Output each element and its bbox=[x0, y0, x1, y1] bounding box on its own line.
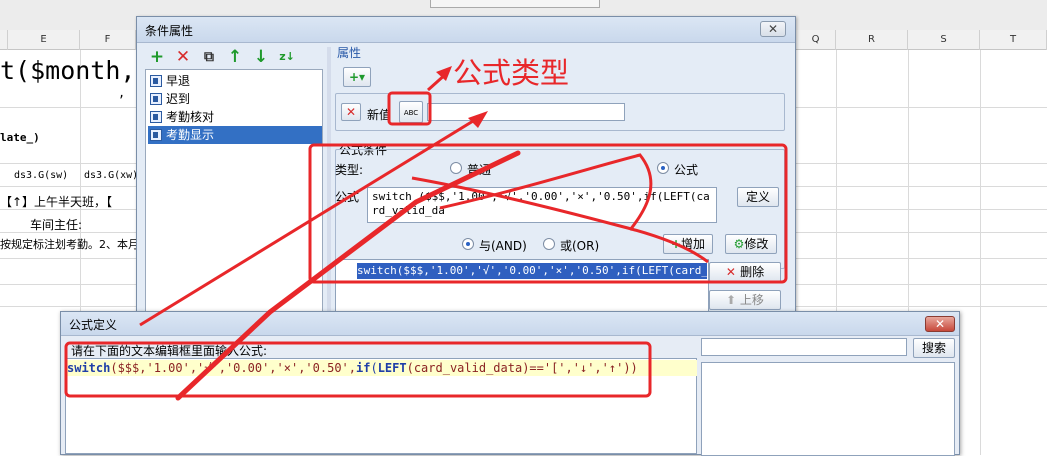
modify-condition-button[interactable]: ⚙修改 bbox=[725, 234, 777, 254]
tree-item-attendance-display[interactable]: 考勤显示 bbox=[148, 126, 322, 144]
delete-icon: ✕ bbox=[725, 265, 741, 279]
formula-instruction: 请在下面的文本编辑框里面输入公式: bbox=[71, 344, 268, 358]
close-button[interactable]: ✕ bbox=[760, 21, 786, 37]
column-header-t[interactable]: T bbox=[980, 30, 1047, 50]
tree-item-attendance-check[interactable]: 考勤核对 bbox=[148, 108, 214, 126]
column-header-partial[interactable] bbox=[0, 30, 8, 50]
node-icon bbox=[150, 129, 162, 141]
abc-type-icon[interactable]: ABC bbox=[399, 101, 423, 123]
grid-line bbox=[980, 50, 981, 455]
modify-condition-label: 修改 bbox=[744, 237, 769, 251]
node-icon bbox=[150, 75, 162, 87]
code-arguments: ($$$,'1.00','√','0.00','×','0.50', bbox=[110, 361, 356, 375]
gear-icon: ⚙ bbox=[733, 237, 745, 251]
panel-splitter[interactable] bbox=[327, 47, 331, 313]
search-input[interactable] bbox=[701, 338, 907, 356]
code-condition: (card_valid_data)=='[','↓','↑')) bbox=[406, 361, 638, 375]
type-formula-radio[interactable] bbox=[657, 162, 669, 174]
dialog-title: 公式定义 bbox=[69, 318, 118, 332]
cell-comma[interactable]: , bbox=[118, 86, 125, 100]
cell-ds-sw[interactable]: ds3.G(sw) bbox=[14, 170, 68, 181]
type-label: 类型: bbox=[335, 163, 364, 177]
properties-label: 属性 bbox=[337, 46, 362, 60]
node-icon bbox=[150, 93, 162, 105]
new-value-input[interactable] bbox=[427, 103, 625, 121]
add-condition-label: 增加 bbox=[681, 237, 706, 251]
cell-note[interactable]: 按规定标注划考勤。2、本月 bbox=[0, 236, 139, 252]
close-button[interactable]: ✕ bbox=[925, 316, 955, 332]
logic-or-radio[interactable] bbox=[543, 238, 555, 250]
dialog-title-bar[interactable]: 条件属性 ✕ bbox=[137, 17, 795, 43]
dialog-title: 条件属性 bbox=[145, 24, 194, 38]
move-up-button[interactable]: ⬆ 上移 bbox=[709, 290, 781, 310]
node-icon bbox=[150, 111, 162, 123]
column-header-q[interactable]: Q bbox=[796, 30, 836, 50]
add-dropdown-button[interactable]: +▾ bbox=[343, 67, 371, 87]
delete-icon[interactable]: ✕ bbox=[173, 47, 193, 67]
tree-item-label: 迟到 bbox=[166, 92, 191, 106]
move-up-icon[interactable]: ↑ bbox=[225, 47, 245, 67]
column-header-r[interactable]: R bbox=[836, 30, 908, 50]
cell-arrow-note[interactable]: 【↑】上午半天班，【 bbox=[0, 193, 112, 210]
type-normal-label: 普通 bbox=[467, 163, 492, 177]
define-button[interactable]: 定义 bbox=[737, 187, 779, 207]
move-down-icon[interactable]: ↓ bbox=[251, 47, 271, 67]
code-paren: ( bbox=[370, 361, 378, 375]
logic-and-radio[interactable] bbox=[462, 238, 474, 250]
type-formula-label: 公式 bbox=[674, 163, 699, 177]
search-button[interactable]: 搜索 bbox=[913, 338, 955, 358]
code-if-keyword: if bbox=[356, 361, 371, 375]
logic-or-label: 或(OR) bbox=[560, 239, 600, 253]
type-normal-radio[interactable] bbox=[450, 162, 462, 174]
code-left-function: LEFT bbox=[377, 361, 407, 375]
cell-ds-xw[interactable]: ds3.G(xw) bbox=[84, 170, 138, 181]
logic-and-label: 与(AND) bbox=[479, 239, 527, 253]
formula-display[interactable]: switch ($$$,'1.00','√','0.00','×','0.50'… bbox=[367, 187, 717, 223]
delete-condition-label: 删除 bbox=[740, 265, 765, 279]
add-condition-button[interactable]: +增加 bbox=[663, 234, 713, 254]
formula-definition-dialog: 公式定义 ✕ 请在下面的文本编辑框里面输入公式: switch($$$,'1.0… bbox=[60, 311, 960, 456]
code-function-name: switch bbox=[67, 361, 111, 375]
column-header-e[interactable]: E bbox=[8, 30, 80, 50]
formula-type-annotation: 公式类型 bbox=[453, 56, 570, 90]
tree-item-label: 考勤显示 bbox=[166, 128, 215, 142]
delete-condition-button[interactable]: ✕ 删除 bbox=[709, 262, 781, 282]
cell-date[interactable]: late_) bbox=[0, 131, 40, 144]
tree-item-label: 早退 bbox=[166, 74, 191, 88]
formula-code-line[interactable]: switch($$$,'1.00','√','0.00','×','0.50',… bbox=[67, 360, 697, 376]
column-header-f[interactable]: F bbox=[80, 30, 136, 50]
plus-icon: + bbox=[670, 237, 682, 251]
tree-item-label: 考勤核对 bbox=[166, 110, 215, 124]
function-list[interactable] bbox=[701, 362, 955, 456]
clear-value-button[interactable]: ✕ bbox=[341, 103, 361, 121]
cell-formula-fragment[interactable]: t($month, bbox=[0, 56, 135, 85]
condition-tree[interactable]: 早退 迟到 考勤核对 考勤显示 bbox=[145, 69, 323, 313]
copy-icon[interactable]: ⧉ bbox=[199, 47, 219, 67]
add-icon[interactable]: + bbox=[147, 47, 167, 67]
formula-label: 公式 bbox=[335, 190, 360, 204]
sort-icon[interactable]: z↓ bbox=[277, 47, 297, 67]
condition-list-item[interactable]: switch($$$,'1.00','√','0.00','×','0.50',… bbox=[357, 263, 707, 279]
tree-item-leave-early[interactable]: 早退 bbox=[148, 72, 190, 90]
dialog-title-bar[interactable]: 公式定义 ✕ bbox=[61, 312, 959, 336]
new-value-label: 新值 bbox=[367, 108, 392, 122]
cell-director[interactable]: 车间主任: bbox=[30, 216, 82, 233]
up-arrow-icon: ⬆ bbox=[726, 293, 740, 307]
sheet-name-box[interactable] bbox=[430, 0, 600, 8]
tree-item-late[interactable]: 迟到 bbox=[148, 90, 190, 108]
column-header-s[interactable]: S bbox=[908, 30, 980, 50]
move-up-label: 上移 bbox=[739, 293, 764, 307]
